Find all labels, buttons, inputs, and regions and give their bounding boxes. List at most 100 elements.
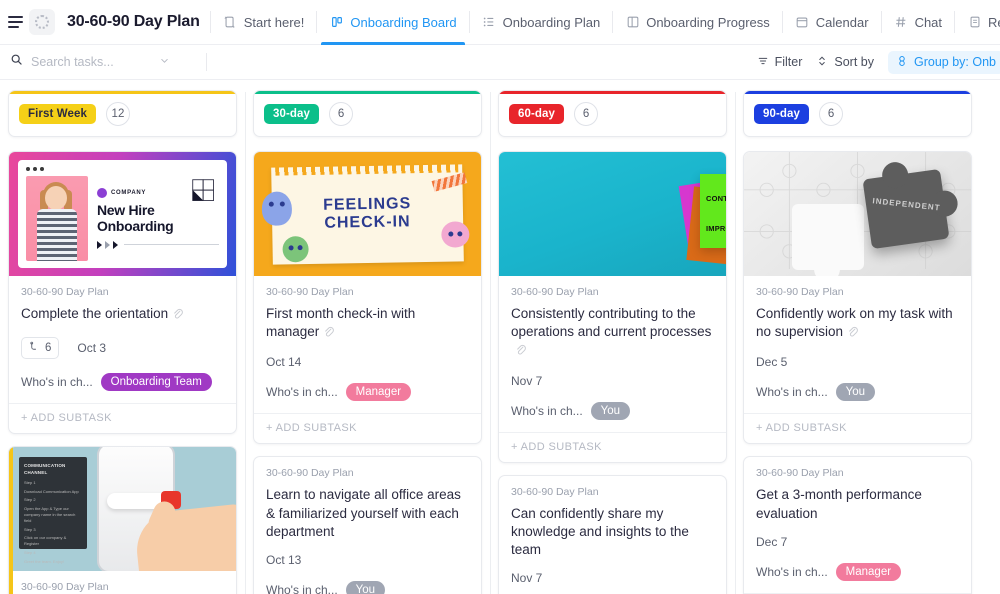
- cover-step3-body: Click on our company & Register: [24, 535, 67, 547]
- add-subtask-button[interactable]: + ADD SUBTASK: [744, 413, 971, 443]
- space-dots-icon: [35, 15, 49, 29]
- cover-headline-line2: Onboarding: [97, 217, 174, 234]
- cover-step3: Step 3: [24, 526, 36, 532]
- add-subtask-button[interactable]: + ADD SUBTASK: [9, 403, 236, 433]
- tab-onboarding-progress[interactable]: Onboarding Progress: [623, 0, 772, 45]
- assignee-tag[interactable]: Manager: [345, 383, 412, 402]
- card-title: Can confidently share my knowledge and i…: [511, 505, 689, 558]
- card-meta: Nov 7: [511, 571, 714, 585]
- tab-start-here[interactable]: Start here!: [221, 0, 307, 45]
- breadcrumb: 30-60-90 Day Plan: [756, 286, 844, 298]
- card-meta: Dec 7: [756, 535, 959, 549]
- filter-button[interactable]: Filter: [757, 55, 802, 70]
- breadcrumb: 30-60-90 Day Plan: [266, 467, 354, 480]
- sort-icon: [816, 55, 828, 70]
- column-header[interactable]: 30-day 6: [253, 90, 482, 137]
- assignee-tag[interactable]: You: [345, 581, 386, 594]
- tab-calendar[interactable]: Calendar: [793, 0, 871, 45]
- cover-step2: Step 2: [24, 497, 36, 503]
- due-date[interactable]: Dec 5: [756, 355, 787, 369]
- search-box[interactable]: [10, 53, 200, 71]
- column-header[interactable]: 60-day 6: [498, 90, 727, 137]
- task-card[interactable]: 30-60-90 Day Plan Get a 3-month performa…: [743, 456, 972, 594]
- doc-sparkle-icon: [223, 15, 238, 30]
- board-column-30-day: 30-day 6 FEELINGS CHECK-IN 30-60-90 Day …: [245, 80, 490, 594]
- task-card[interactable]: CONTINUOUS IMPROVEMENT 30-60-90 Day Plan…: [498, 151, 727, 463]
- nav-divider: [612, 11, 614, 33]
- cover-line2: CHECK-IN: [324, 213, 411, 232]
- search-input[interactable]: [31, 55, 151, 69]
- column-cards: INDEPENDENT 30-60-90 Day Plan Confidentl…: [743, 151, 972, 594]
- cover-line2: IMPROVEMENT: [706, 223, 726, 233]
- assignee-tag[interactable]: Onboarding Team: [100, 373, 212, 392]
- breadcrumb: 30-60-90 Day Plan: [21, 581, 109, 594]
- puzzle-piece: INDEPENDENT: [862, 168, 950, 250]
- card-assignee-row: Who's in ch... Onboarding Team: [21, 373, 224, 392]
- card-meta: Oct 13: [266, 553, 469, 567]
- due-date[interactable]: Oct 13: [266, 553, 301, 567]
- task-card[interactable]: 30-60-90 Day Plan Can confidently share …: [498, 474, 727, 594]
- hamburger-menu-icon[interactable]: [8, 16, 23, 28]
- task-card[interactable]: FEELINGS CHECK-IN 30-60-90 Day Plan Firs…: [253, 151, 482, 445]
- tab-label: Chat: [914, 14, 943, 30]
- kanban-board: First Week 12 COMPANY New Hire Onboardin…: [0, 80, 1000, 594]
- task-card[interactable]: COMPANY New Hire Onboarding 30-60-90 Day…: [8, 151, 237, 435]
- play-icon: [105, 240, 110, 249]
- tab-onboarding-plan[interactable]: Onboarding Plan: [480, 0, 603, 45]
- assignee-tag[interactable]: You: [835, 383, 876, 402]
- play-icon: [113, 240, 118, 249]
- column-header[interactable]: 90-day 6: [743, 90, 972, 137]
- due-date[interactable]: Nov 7: [511, 374, 542, 388]
- task-card[interactable]: INDEPENDENT 30-60-90 Day Plan Confidentl…: [743, 151, 972, 445]
- tab-label: Calendar: [815, 14, 869, 30]
- search-icon: [10, 53, 23, 71]
- chevron-down-icon[interactable]: [159, 53, 170, 71]
- sort-button[interactable]: Sort by: [816, 55, 874, 70]
- due-date[interactable]: Nov 7: [511, 571, 542, 585]
- task-card[interactable]: COMMUNICATION CHANNEL Step 1 Download Co…: [8, 446, 237, 594]
- tab-label: Onboarding Board: [350, 14, 457, 30]
- page-title: 30-60-90 Day Plan: [67, 13, 200, 30]
- cover-label: INDEPENDENT: [872, 196, 941, 213]
- cover-heading2: CHANNEL: [24, 469, 48, 475]
- task-card[interactable]: 30-60-90 Day Plan Learn to navigate all …: [253, 456, 482, 594]
- due-date[interactable]: Oct 14: [266, 355, 301, 369]
- breadcrumb: 30-60-90 Day Plan: [21, 286, 109, 298]
- add-subtask-button[interactable]: + ADD SUBTASK: [254, 413, 481, 443]
- assignee-field-label: Who's in ch...: [511, 403, 583, 418]
- group-by-button[interactable]: Group by: Onb: [888, 50, 1000, 74]
- tab-references[interactable]: References: [965, 0, 1000, 45]
- assignee-tag[interactable]: Manager: [835, 562, 902, 581]
- assignee-tag[interactable]: You: [590, 401, 631, 420]
- tab-onboarding-board[interactable]: Onboarding Board: [321, 0, 465, 45]
- task-count: 12: [105, 101, 130, 126]
- column-header[interactable]: First Week 12: [8, 90, 237, 137]
- column-cards: FEELINGS CHECK-IN 30-60-90 Day Plan Firs…: [253, 151, 482, 594]
- tab-chat[interactable]: Chat: [892, 0, 944, 45]
- tab-label: Start here!: [243, 14, 305, 30]
- task-count: 6: [574, 101, 599, 126]
- assignee-field-label: Who's in ch...: [266, 583, 338, 594]
- due-date[interactable]: Oct 3: [77, 341, 106, 355]
- cover-line1: CONTINUOUS: [706, 194, 726, 203]
- column-cards: CONTINUOUS IMPROVEMENT 30-60-90 Day Plan…: [498, 151, 727, 594]
- top-navigation-bar: 30-60-90 Day Plan Start here! Onboarding…: [0, 0, 1000, 45]
- board-column-90-day: 90-day 6 INDEPENDENT 30-60-90 Day Plan C…: [735, 80, 980, 594]
- play-icon: [97, 240, 102, 249]
- subtask-count-pill[interactable]: 6: [21, 337, 60, 360]
- card-cover-feelings-check-in: FEELINGS CHECK-IN: [254, 152, 481, 276]
- assignee-field-label: Who's in ch...: [266, 385, 338, 400]
- assignee-field-label: Who's in ch...: [756, 385, 828, 400]
- assignee-field-label: Who's in ch...: [756, 564, 828, 579]
- group-by-label: Group by: Onb: [914, 55, 996, 69]
- card-assignee-row: Who's in ch... You: [511, 401, 714, 420]
- add-subtask-button[interactable]: + ADD SUBTASK: [499, 431, 726, 462]
- attachment-icon: [171, 307, 184, 325]
- attachment-icon: [322, 325, 335, 343]
- due-date[interactable]: Dec 7: [756, 535, 787, 549]
- cover-step1: Step 1: [24, 479, 36, 485]
- cover-headline-line1: New Hire: [97, 202, 155, 219]
- list-icon: [482, 15, 497, 30]
- nav-divider: [209, 11, 211, 33]
- space-avatar-icon[interactable]: [29, 9, 55, 35]
